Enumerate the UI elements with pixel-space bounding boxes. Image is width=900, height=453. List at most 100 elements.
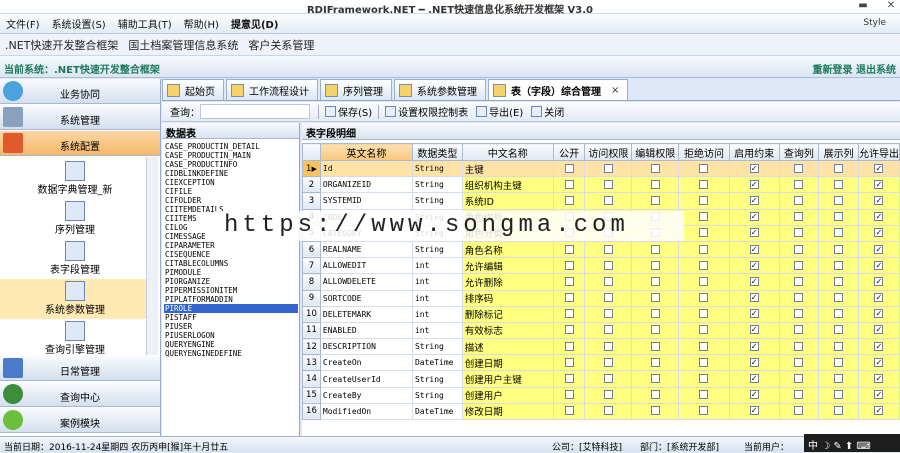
field-data-type[interactable]: int [411,321,463,340]
field-data-type[interactable]: int [411,305,463,323]
field-flag-cell[interactable] [778,386,820,404]
checkbox-unchecked[interactable] [794,341,804,351]
field-flag-cell[interactable] [778,176,820,194]
field-english-name[interactable]: CreateBy [319,386,413,404]
table-list-item[interactable]: CISEQUENCE [164,250,298,259]
table-list-item[interactable]: CIDBLINKDEFINE [164,169,298,178]
checkbox-unchecked[interactable] [564,293,574,303]
checkbox-checked[interactable]: ✓ [874,228,884,238]
checkbox-checked[interactable]: ✓ [749,163,759,173]
checkbox-unchecked[interactable] [699,163,709,173]
checkbox-checked[interactable]: ✓ [749,244,759,254]
field-flag-cell[interactable] [584,273,633,291]
field-english-name[interactable]: ALLOWEDIT [319,257,413,275]
field-flag-cell[interactable] [678,208,730,226]
field-flag-cell[interactable]: ✓ [728,257,780,275]
checkbox-unchecked[interactable] [794,163,804,173]
checkbox-unchecked[interactable] [699,390,709,400]
checkbox-unchecked[interactable] [650,163,660,173]
checkbox-checked[interactable]: ✓ [749,212,759,222]
field-chinese-name[interactable]: 组织机构主键 [461,176,554,194]
field-chinese-name[interactable]: 创建用户主键 [461,370,554,388]
table-row[interactable]: 3 SYSTEMID String 系统ID ✓ ✓ [302,192,900,210]
field-flag-cell[interactable] [631,240,680,259]
field-data-type[interactable]: String [411,192,463,210]
checkbox-unchecked[interactable] [699,260,709,270]
tab-table-fields[interactable]: 表（字段）综合管理 × [488,79,629,100]
table-row[interactable]: 9 SORTCODE int 排序码 ✓ ✓ [302,289,900,307]
field-flag-cell[interactable] [584,321,633,340]
checkbox-unchecked[interactable] [794,293,804,303]
field-flag-cell[interactable] [552,338,586,356]
checkbox-unchecked[interactable] [564,341,574,351]
field-flag-cell[interactable]: ✓ [857,224,900,242]
field-flag-cell[interactable] [678,224,730,242]
close-icon[interactable]: ✕ [884,0,898,11]
field-flag-cell[interactable]: ✓ [857,208,900,226]
table-row[interactable]: 10 DELETEMARK int 删除标记 ✓ ✓ [302,305,900,323]
table-row[interactable]: 13 CreateOn DateTime 创建日期 ✓ ✓ [302,354,900,372]
field-chinese-name[interactable]: 允许编辑 [461,257,554,275]
checkbox-unchecked[interactable] [794,390,804,400]
grid-column-header[interactable]: 公开 [552,143,586,161]
checkbox-unchecked[interactable] [650,325,660,335]
checkbox-unchecked[interactable] [603,244,613,254]
field-flag-cell[interactable] [778,338,820,356]
field-flag-cell[interactable]: ✓ [857,305,900,323]
system-link-crm[interactable]: 客户关系管理 [243,37,319,53]
field-flag-cell[interactable] [818,402,859,421]
field-flag-cell[interactable]: ✓ [857,176,900,194]
nav-button-system-management[interactable]: 系统管理 [0,105,160,130]
field-chinese-name[interactable]: 角色名称 [461,240,554,259]
table-row[interactable]: 14 CreateUserId String 创建用户主键 ✓ ✓ [302,370,900,388]
nav-item-table-fields[interactable]: 表字段管理 [0,239,150,279]
checkbox-unchecked[interactable] [564,276,574,286]
table-list-item[interactable]: PISTAFF [164,313,298,322]
checkbox-unchecked[interactable] [650,406,660,416]
tab-system-params[interactable]: 系统参数管理 [394,79,486,100]
table-row[interactable]: 2 ORGANIZEID String 组织机构主键 ✓ ✓ [302,176,900,194]
checkbox-checked[interactable]: ✓ [874,341,884,351]
checkbox-unchecked[interactable] [699,179,709,189]
checkbox-unchecked[interactable] [564,309,574,319]
checkbox-unchecked[interactable] [834,244,844,254]
field-flag-cell[interactable]: ✓ [857,338,900,356]
checkbox-unchecked[interactable] [834,276,844,286]
table-list-item[interactable]: CIFILE [164,187,298,196]
field-flag-cell[interactable] [584,192,633,210]
field-flag-cell[interactable] [818,321,859,340]
field-data-type[interactable]: String [411,370,463,388]
field-flag-cell[interactable]: ✓ [728,273,780,291]
nav-button-daily[interactable]: 日常管理 [0,356,160,381]
field-english-name[interactable]: ModifiedOn [319,402,413,421]
field-english-name[interactable]: REALNAME [319,240,413,259]
field-flag-cell[interactable] [678,354,730,372]
checkbox-unchecked[interactable] [834,390,844,400]
checkbox-unchecked[interactable] [699,195,709,205]
menu-file[interactable]: 文件(F) [0,16,46,31]
checkbox-checked[interactable]: ✓ [749,195,759,205]
checkbox-unchecked[interactable] [650,179,660,189]
table-row[interactable]: 15 CreateBy String 创建用户 ✓ ✓ [302,386,900,404]
field-english-name[interactable]: ORGANIZEID [319,176,413,194]
field-english-name[interactable]: ENABLED [319,321,413,340]
checkbox-checked[interactable]: ✓ [874,244,884,254]
checkbox-checked[interactable]: ✓ [749,309,759,319]
grid-column-header[interactable]: 访问权限 [584,143,633,161]
nav-item-system-params[interactable]: 系统参数管理 [0,279,150,319]
field-data-type[interactable]: DateTime [411,354,463,372]
checkbox-unchecked[interactable] [603,163,613,173]
checkbox-unchecked[interactable] [650,293,660,303]
field-flag-cell[interactable]: ✓ [728,402,780,421]
field-flag-cell[interactable]: ✓ [857,273,900,291]
checkbox-checked[interactable]: ✓ [874,276,884,286]
field-flag-cell[interactable] [552,354,586,372]
field-flag-cell[interactable] [631,289,680,307]
table-row[interactable]: 6 REALNAME String 角色名称 ✓ ✓ [302,240,900,259]
field-flag-cell[interactable] [818,257,859,275]
field-flag-cell[interactable]: ✓ [728,289,780,307]
checkbox-checked[interactable]: ✓ [874,309,884,319]
checkbox-unchecked[interactable] [794,228,804,238]
field-flag-cell[interactable] [584,386,633,404]
field-chinese-name[interactable]: 允许删除 [461,273,554,291]
